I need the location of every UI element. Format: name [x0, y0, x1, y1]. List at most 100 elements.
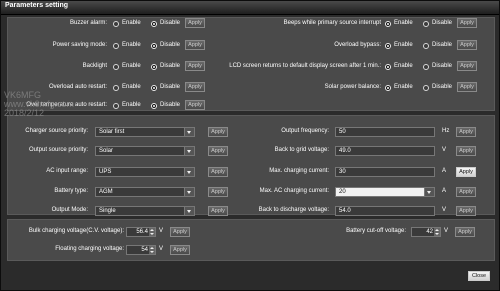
left-disable-label-2: Disable — [160, 63, 181, 69]
right-radio-enable-2[interactable] — [385, 64, 391, 70]
chevron-down-icon[interactable] — [184, 128, 194, 136]
left-select-4[interactable]: Single — [95, 206, 195, 216]
left-select-label-0: Charger source priority: — [25, 128, 88, 134]
parameters-window: Parameters setting Buzzer alarm: Enable Di… — [0, 0, 500, 291]
bulk-unit: V — [159, 228, 164, 234]
select-value: Solar — [99, 148, 114, 154]
left-radio-enable-3[interactable] — [113, 85, 119, 91]
left-select-3[interactable]: AGM — [95, 187, 195, 197]
floating-label: Floating charging voltage: — [55, 246, 124, 252]
left-enable-label-0: Enable — [122, 20, 141, 26]
left-select-label-2: AC input range: — [46, 168, 88, 174]
left-radio-disable-3[interactable] — [151, 85, 157, 91]
right-disable-label-2: Disable — [432, 63, 453, 69]
right-select-apply-2[interactable]: Apply — [456, 167, 476, 177]
left-disable-label-0: Disable — [160, 20, 181, 26]
floating-stepper[interactable]: 54 — [126, 245, 156, 255]
left-select-apply-3[interactable]: Apply — [208, 187, 228, 197]
right-unit-2: A — [442, 168, 447, 174]
right-select-apply-1[interactable]: Apply — [456, 146, 476, 156]
chevron-down-icon[interactable] — [184, 168, 194, 176]
right-disable-label-3: Disable — [432, 84, 453, 90]
right-radio-enable-1[interactable] — [385, 43, 391, 49]
right-radio-label-3: Solar power balance: — [324, 84, 381, 90]
cutoff-stepper[interactable]: 42 — [411, 227, 441, 237]
left-radio-disable-4[interactable] — [151, 103, 157, 109]
stepper-value: 54 — [141, 247, 148, 253]
left-enable-label-4: Enable — [122, 102, 141, 108]
left-disable-label-3: Disable — [160, 84, 181, 90]
spin-arrows-icon[interactable] — [149, 246, 155, 254]
right-disable-label-0: Disable — [432, 20, 453, 26]
right-input-2[interactable]: 30 — [335, 167, 435, 177]
left-apply-button-4[interactable]: Apply — [185, 100, 205, 110]
right-select-label-2: Max. charging current: — [269, 168, 329, 174]
cutoff-apply-button[interactable]: Apply — [455, 227, 475, 237]
select-value: 20 — [339, 189, 346, 195]
right-apply-button-0[interactable]: Apply — [457, 18, 477, 28]
right-select-apply-4[interactable]: Apply — [456, 206, 476, 216]
spin-arrows-icon[interactable] — [149, 228, 155, 236]
left-enable-label-2: Enable — [122, 63, 141, 69]
right-unit-1: V — [442, 147, 447, 153]
input-value: 54.0 — [339, 208, 351, 214]
left-select-0[interactable]: Solar first — [95, 127, 195, 137]
left-radio-label-2: Backlight — [82, 63, 107, 69]
left-enable-label-3: Enable — [122, 84, 141, 90]
left-select-2[interactable]: UPS — [95, 167, 195, 177]
cutoff-label: Battery cut-off voltage: — [346, 228, 406, 234]
chevron-down-icon[interactable] — [184, 188, 194, 196]
close-button[interactable]: Close — [468, 271, 490, 281]
left-select-label-1: Output source priority: — [28, 147, 88, 153]
left-select-apply-2[interactable]: Apply — [208, 167, 228, 177]
left-radio-enable-4[interactable] — [113, 103, 119, 109]
right-apply-button-1[interactable]: Apply — [457, 40, 477, 50]
spin-arrows-icon[interactable] — [434, 228, 440, 236]
left-radio-enable-1[interactable] — [113, 43, 119, 49]
right-select-label-0: Output frequency: — [281, 128, 329, 134]
chevron-down-icon[interactable] — [184, 147, 194, 155]
right-select-3[interactable]: 20 — [335, 187, 435, 197]
right-radio-enable-0[interactable] — [385, 21, 391, 27]
right-radio-enable-3[interactable] — [385, 85, 391, 91]
left-radio-disable-0[interactable] — [151, 21, 157, 27]
right-radio-label-0: Beeps while primary source interrupt — [283, 20, 381, 26]
right-radio-disable-1[interactable] — [423, 43, 429, 49]
left-radio-disable-1[interactable] — [151, 43, 157, 49]
input-value: 30 — [339, 169, 346, 175]
bulk-stepper[interactable]: 56.4 — [126, 227, 156, 237]
left-radio-label-0: Buzzer alarm: — [69, 20, 107, 26]
right-enable-label-0: Enable — [394, 20, 413, 26]
bulk-apply-button[interactable]: Apply — [170, 227, 190, 237]
left-select-1[interactable]: Solar — [95, 146, 195, 156]
left-select-apply-1[interactable]: Apply — [208, 146, 228, 156]
right-select-apply-0[interactable]: Apply — [456, 127, 476, 137]
right-apply-button-2[interactable]: Apply — [457, 61, 477, 71]
right-unit-0: Hz — [442, 128, 450, 134]
right-select-apply-3[interactable]: Apply — [456, 187, 476, 197]
left-select-apply-4[interactable]: Apply — [208, 206, 228, 216]
right-radio-disable-0[interactable] — [423, 21, 429, 27]
stepper-value: 56.4 — [136, 229, 148, 235]
right-input-1[interactable]: 49.0 — [335, 146, 435, 156]
right-select-label-1: Back to grid voltage: — [274, 147, 329, 153]
chevron-down-icon[interactable] — [424, 188, 434, 196]
left-radio-enable-0[interactable] — [113, 21, 119, 27]
right-radio-disable-3[interactable] — [423, 85, 429, 91]
voltage-options-panel — [7, 219, 495, 261]
right-radio-disable-2[interactable] — [423, 64, 429, 70]
left-radio-enable-2[interactable] — [113, 64, 119, 70]
chevron-down-icon[interactable] — [184, 207, 194, 215]
title-bar[interactable]: Parameters setting — [1, 1, 499, 15]
right-apply-button-3[interactable]: Apply — [457, 82, 477, 92]
right-input-0[interactable]: 50 — [335, 127, 435, 137]
right-unit-3: A — [442, 188, 447, 194]
left-radio-disable-2[interactable] — [151, 64, 157, 70]
right-enable-label-3: Enable — [394, 84, 413, 90]
right-input-4[interactable]: 54.0 — [335, 206, 435, 216]
cutoff-unit: V — [444, 228, 449, 234]
left-select-apply-0[interactable]: Apply — [208, 127, 228, 137]
floating-apply-button[interactable]: Apply — [170, 245, 190, 255]
right-enable-label-2: Enable — [394, 63, 413, 69]
right-radio-label-2: LCD screen returns to default display sc… — [229, 63, 381, 69]
